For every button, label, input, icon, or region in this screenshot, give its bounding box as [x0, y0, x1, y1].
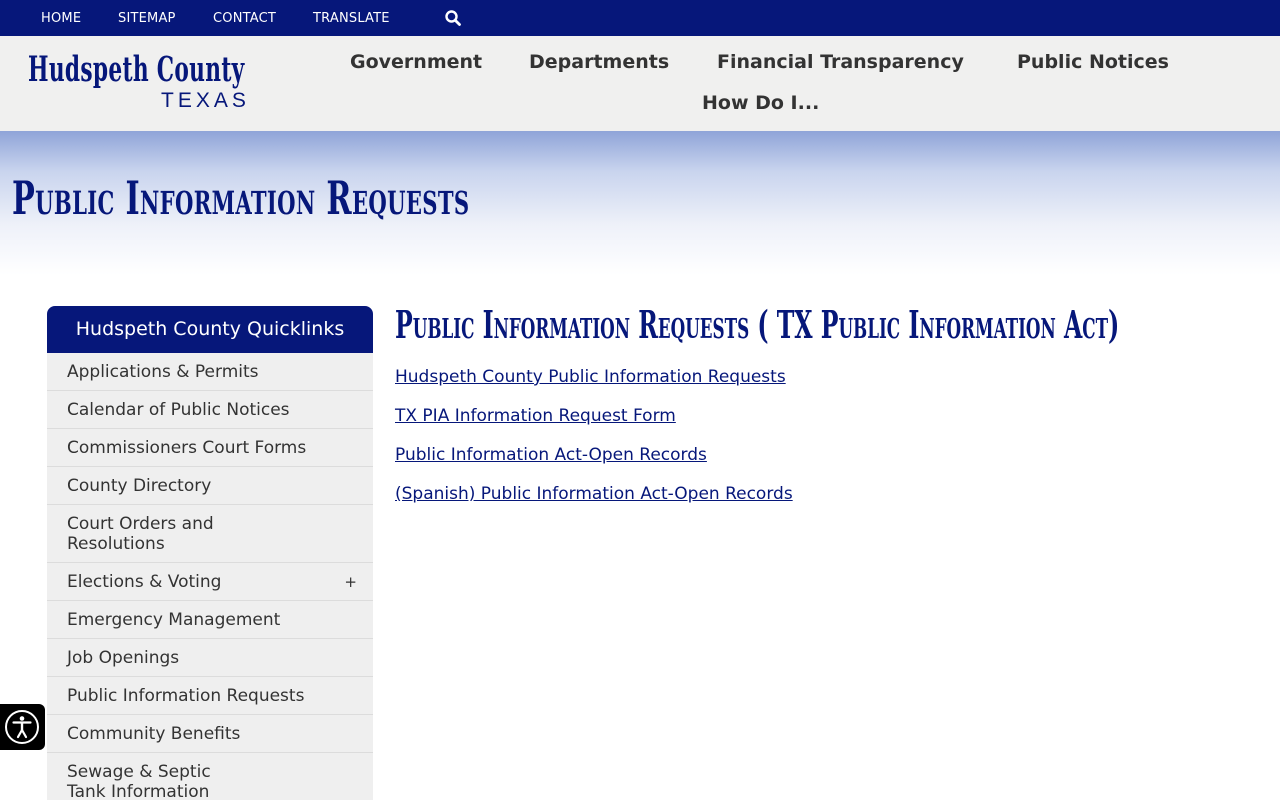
logo-sub-text: TEXAS	[161, 89, 250, 112]
content-heading: Public Information Requests ( TX Public …	[395, 302, 1120, 347]
sidebar-item-calendar-public-notices[interactable]: Calendar of Public Notices	[47, 391, 373, 429]
sidebar-item-sewage-septic[interactable]: Sewage & Septic Tank Information	[47, 753, 373, 800]
sidebar-item-label: Calendar of Public Notices	[67, 400, 290, 420]
utility-link-home[interactable]: HOME	[41, 11, 81, 26]
sidebar-item-label: Applications & Permits	[67, 362, 259, 382]
utility-link-sitemap[interactable]: SITEMAP	[118, 11, 176, 26]
page-title: Public Information Requests	[12, 171, 470, 225]
quicklinks-title: Hudspeth County Quicklinks	[47, 306, 373, 353]
quicklinks-sidebar: Hudspeth County Quicklinks Applications …	[47, 306, 373, 800]
link-spanish-public-info-act[interactable]: (Spanish) Public Information Act-Open Re…	[395, 486, 793, 503]
nav-how-do-i[interactable]: How Do I...	[702, 94, 819, 113]
sidebar-item-county-directory[interactable]: County Directory	[47, 467, 373, 505]
sidebar-item-applications-permits[interactable]: Applications & Permits	[47, 353, 373, 391]
sidebar-item-elections-voting[interactable]: Elections & Voting +	[47, 563, 373, 601]
sidebar-item-emergency-management[interactable]: Emergency Management	[47, 601, 373, 639]
sidebar-item-commissioners-court-forms[interactable]: Commissioners Court Forms	[47, 429, 373, 467]
link-hudspeth-public-info-requests[interactable]: Hudspeth County Public Information Reque…	[395, 369, 786, 386]
utility-bar: HOME SITEMAP CONTACT TRANSLATE	[0, 0, 1280, 36]
sidebar-item-label: Commissioners Court Forms	[67, 438, 307, 458]
sidebar-item-label: Job Openings	[67, 648, 180, 668]
sidebar-item-label: Emergency Management	[67, 610, 281, 630]
link-public-info-act-open-records[interactable]: Public Information Act-Open Records	[395, 447, 707, 464]
sidebar-item-label: Public Information Requests	[67, 686, 305, 706]
nav-financial-transparency[interactable]: Financial Transparency	[717, 53, 964, 72]
nav-government[interactable]: Government	[350, 53, 482, 72]
search-icon[interactable]	[444, 9, 462, 27]
sidebar-item-court-orders[interactable]: Court Orders and Resolutions	[47, 505, 373, 563]
sidebar-item-public-information-requests[interactable]: Public Information Requests	[47, 677, 373, 715]
nav-departments[interactable]: Departments	[529, 53, 669, 72]
site-header: Hudspeth County TEXAS Government Departm…	[0, 36, 1280, 131]
sidebar-item-label: Elections & Voting	[67, 572, 222, 592]
sidebar-item-community-benefits[interactable]: Community Benefits	[47, 715, 373, 753]
county-logo[interactable]: Hudspeth County TEXAS	[28, 52, 253, 116]
sidebar-item-label: Sewage & Septic Tank Information	[67, 762, 211, 800]
accessibility-icon	[5, 710, 39, 744]
expand-plus-icon[interactable]: +	[344, 572, 357, 592]
sidebar-item-label: County Directory	[67, 476, 212, 496]
utility-link-contact[interactable]: CONTACT	[213, 11, 276, 26]
sidebar-item-label: Community Benefits	[67, 724, 241, 744]
accessibility-button[interactable]	[0, 704, 45, 750]
link-tx-pia-request-form[interactable]: TX PIA Information Request Form	[395, 408, 676, 425]
nav-public-notices[interactable]: Public Notices	[1017, 53, 1169, 72]
logo-main-text: Hudspeth County	[28, 49, 245, 90]
sidebar-item-label: Court Orders and Resolutions	[67, 514, 214, 554]
utility-link-translate[interactable]: TRANSLATE	[313, 11, 390, 26]
sidebar-item-job-openings[interactable]: Job Openings	[47, 639, 373, 677]
page-banner: Public Information Requests	[0, 131, 1280, 275]
